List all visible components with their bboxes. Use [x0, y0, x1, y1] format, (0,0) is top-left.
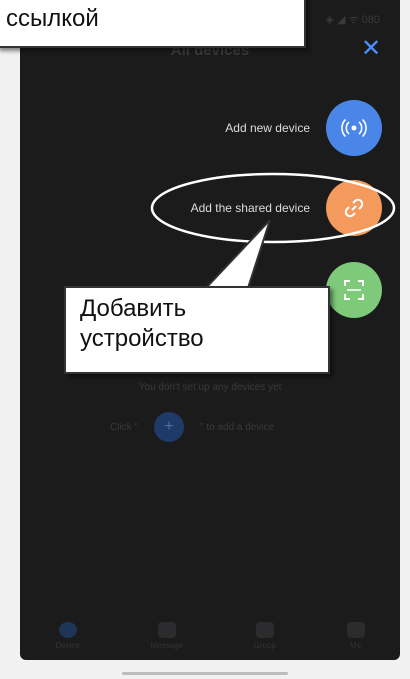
home-indicator [122, 672, 288, 675]
tab-message[interactable]: Message [151, 622, 183, 650]
add-new-device-row[interactable]: Add new device [225, 100, 382, 156]
tab-group-label: Group [253, 641, 276, 650]
hint-suffix: " to add a device [200, 421, 275, 433]
callout-line-1: Добавить [80, 295, 187, 322]
scan-icon [344, 280, 364, 300]
bottom-tab-bar: Device Message Group Me [20, 612, 400, 660]
tab-me-label: Me [350, 641, 362, 650]
tab-group[interactable]: Group [254, 622, 276, 650]
tab-message-label: Message [150, 641, 183, 650]
callout-top: ссылкой [0, 0, 306, 48]
link-icon [344, 198, 364, 218]
callout-top-text: ссылкой [6, 5, 99, 32]
home-icon [58, 622, 77, 638]
add-shared-device-row[interactable]: Add the shared device [191, 180, 382, 236]
empty-state-text: You don't set up any devices yet [138, 382, 282, 393]
close-icon[interactable]: ✕ [358, 36, 384, 62]
tab-device[interactable]: Device [55, 622, 80, 650]
callout-add-device: Добавить устройство [64, 286, 330, 374]
scan-qr-button[interactable] [326, 262, 382, 318]
hint-prefix: Click " [110, 421, 138, 433]
add-device-hint: Click " + " to add a device [110, 412, 274, 442]
tab-me[interactable]: Me [346, 622, 365, 650]
add-new-device-button[interactable] [326, 100, 382, 156]
plus-icon[interactable]: + [154, 412, 184, 442]
message-icon [157, 622, 176, 638]
group-icon [255, 622, 274, 638]
add-shared-device-button[interactable] [326, 180, 382, 236]
status-bar: ◈ ◢ ᯤ 080 [325, 14, 380, 26]
add-new-device-label: Add new device [225, 121, 310, 135]
tab-device-label: Device [55, 641, 80, 650]
callout-line-2: устройство [80, 325, 204, 352]
person-icon [346, 622, 365, 638]
broadcast-icon [341, 118, 367, 138]
add-shared-device-label: Add the shared device [190, 201, 310, 215]
